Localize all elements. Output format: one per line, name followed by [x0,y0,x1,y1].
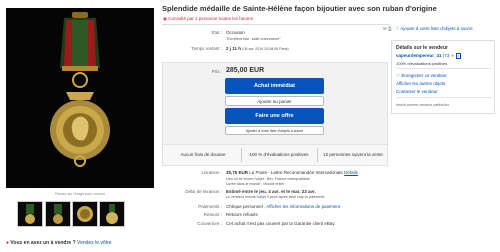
seller-other-items-link[interactable]: Afficher les autres objets [396,81,445,86]
stat-separator [241,148,242,162]
watch-button[interactable]: Ajouter à votre liste d'objets à suivre [225,126,324,135]
viewed-notice-text: Consulté par 1 personne toutes les heure… [168,16,254,21]
save-seller-link[interactable]: Enregistrer ce vendeur [401,73,447,78]
star-icon: ★ [450,53,455,58]
seller-heading: Détails sur le vendeur [396,45,448,51]
seller-score[interactable]: (73 [443,53,450,58]
sell-yours-link[interactable]: Vendez le vôtre [77,240,111,246]
thumbnail-4[interactable] [99,201,125,227]
item-main-image[interactable] [6,8,154,188]
payment-value-line: Chèque personnel | Afficher les informat… [226,204,340,209]
coverage-value: Cet achat n'est pas couvert par la Garan… [226,221,336,226]
viewed-notice: ◉ Consulté par 1 personne toutes les heu… [163,16,253,22]
seller-name-line: vapeurdempereur_41 (73 ★ ▪ [396,53,462,59]
seller-divider [396,68,492,69]
separator: | [392,26,395,31]
title-divider [162,24,389,25]
eye-icon: ◉ [163,16,167,21]
medal-thumbnail-icon [106,204,118,224]
delivery-value-line: 35,75 EUR La Poste - Lettre Recommandée … [226,170,358,175]
sell-banner-text: Vous en avez un à vendre ? [10,240,76,246]
watchlist-link[interactable]: Ajouter à votre liste d'objets à suivre [400,26,472,31]
make-offer-button[interactable]: Faire une offre [225,108,324,124]
medal-image [6,8,154,188]
time-left-value: 2 j 11 h [226,46,242,51]
buy-now-button[interactable]: Achat immédiat [225,78,324,94]
price-label: Prix : [211,69,222,74]
condition-note: "Excellent état - taille ordonnance" [226,37,281,41]
stat-separator [317,148,318,162]
positive-feedback-stat: 100 % d'évaluations positives [249,152,309,157]
coverage-label: Couverture : [197,221,222,226]
delivery-price: 35,75 EUR [226,170,249,175]
payment-info-link[interactable]: Afficher les informations de paiement [266,204,340,209]
listing-title: Splendide médaille de Sainte-Hélène faço… [162,4,437,13]
customs-stat: Aucun frais de douane [180,152,226,157]
image-zoom-hint: Passez sur l'image pour zoomer [55,192,105,196]
delivery-method: La Poste - Lettre Recommandée Internatio… [249,170,343,175]
contact-seller-link[interactable]: Contacter le vendeur [396,89,438,94]
stats-strip: Aucun frais de douane 100 % d'évaluation… [162,144,388,166]
heart-icon: ♡ [395,26,400,31]
medal-thumbnail-icon [77,206,93,222]
tag-icon: ● [6,240,10,246]
seller-feedback: 100% d'évaluations positives [396,61,448,66]
share-icon[interactable]: ✉ [383,26,387,31]
delivery-label: Livraison : [201,170,222,175]
time-left: 2 j 11 h (06 avr. 2019 20:08:06 Paris) [226,46,289,51]
time-left-label: Temps restant : [191,46,222,51]
save-seller[interactable]: ♡ Enregistrer ce vendeur [396,73,447,79]
eta-label: Délai de livraison : [185,189,222,194]
price: 285,00 EUR [226,67,265,74]
me-badge-icon: ▪ [455,53,462,59]
add-to-cart-button[interactable]: Ajouter au panier [225,96,324,106]
heart-icon: ♡ [396,73,401,78]
thumbnail-2[interactable] [45,201,71,227]
medal-thumbnail-icon [25,204,35,224]
delivery-details-link[interactable]: Détails [344,170,358,175]
eta-note: Le vendeur envoie l'objet 3 jours après … [226,195,325,199]
medal-thumbnail-icon [53,204,63,224]
seller-name-link[interactable]: vapeurdempereur_41 [396,53,442,58]
seller-divider [396,97,492,98]
condition-value: Occasion [226,30,245,35]
payment-value: Chèque personnel [226,204,263,209]
sell-banner: ● Vous en avez un à vendre ? Vendez le v… [6,240,112,246]
returns-label: Retours : [203,212,222,217]
watchlist-top: ✉ ⎙ | ♡ Ajouter à votre liste d'objets à… [383,26,473,32]
condition-label: État : [211,30,222,35]
time-left-detail: (06 avr. 2019 20:08:06 Paris) [242,47,289,51]
watchers-stat: 12 personnes suivent la vente [323,152,383,157]
thumbnail-3[interactable] [72,201,98,227]
thumbnail-1[interactable] [17,201,43,227]
item-location: Lieu où se trouve l'objet : Brix, France… [226,177,310,181]
returns-value: Retours refusés [226,212,258,217]
print-icon[interactable]: ⎙ [388,26,392,31]
seller-account-type: Inscrit comme vendeur particulier [396,103,449,107]
seller-box: Détails sur le vendeur vapeurdempereur_4… [391,40,495,114]
ships-to: Livrée dans le monde : Monde entier [226,182,285,186]
eta-value: Estimé entre le jeu. 4 avr. et le mar. 2… [226,189,316,194]
payment-label: Paiements : [198,204,222,209]
